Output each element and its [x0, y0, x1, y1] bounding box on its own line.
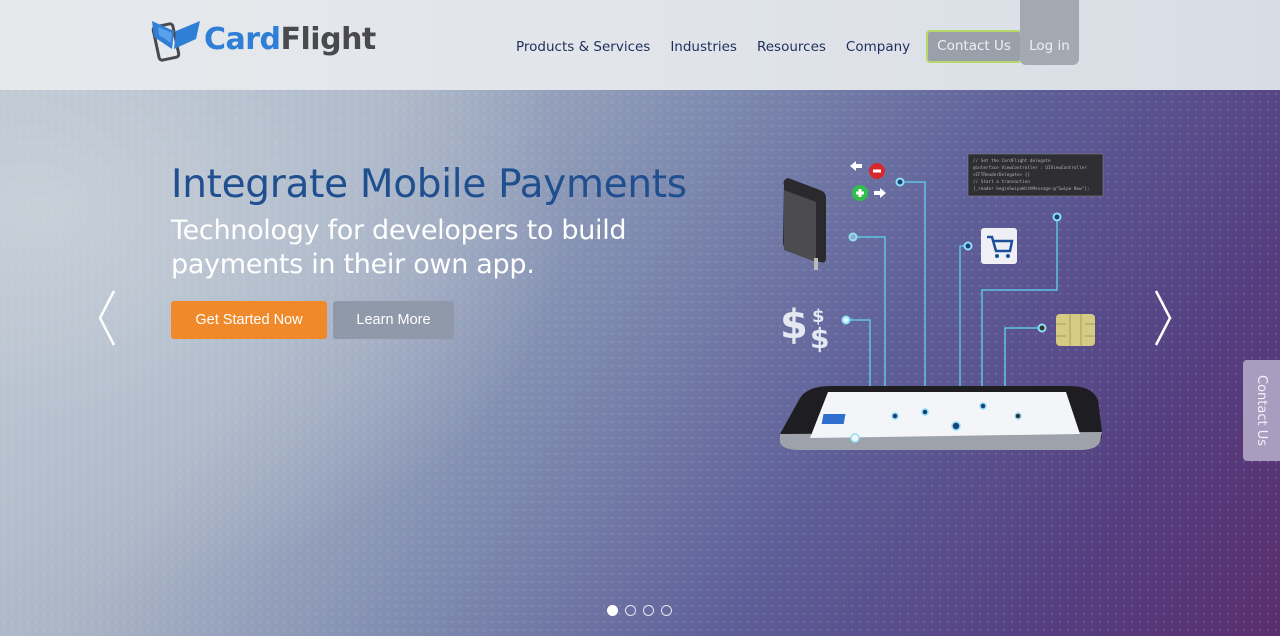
login-button[interactable]: Log in	[1020, 0, 1079, 65]
card-reader-icon	[783, 178, 826, 270]
payments-illustration: $ $ $ // Set the CardFlight delegate @in…	[779, 153, 1104, 450]
shopping-cart-icon	[981, 228, 1017, 264]
logo[interactable]: CardFlight	[150, 14, 376, 64]
svg-text:$: $	[810, 322, 829, 355]
hero-subhead: Technology for developers to build payme…	[171, 215, 627, 280]
carousel-dot-2[interactable]	[625, 605, 636, 616]
smartphone-illustration	[779, 386, 1103, 450]
connector-nodes	[841, 177, 1062, 333]
carousel-next-button[interactable]	[1150, 288, 1174, 348]
carousel-dot-1[interactable]	[607, 605, 618, 616]
chevron-left-icon	[98, 290, 116, 346]
code-line: // Start a transaction	[973, 179, 1030, 185]
carousel-indicators	[607, 605, 672, 616]
add-arrow-icon	[852, 185, 886, 201]
code-line: // Set the CardFlight delegate	[973, 158, 1051, 164]
nav-resources[interactable]: Resources	[757, 32, 826, 62]
site-header: CardFlight Products & Services Industrie…	[0, 0, 1280, 90]
carousel-dot-3[interactable]	[643, 605, 654, 616]
logo-text-flight: Flight	[280, 21, 377, 57]
nav-industries[interactable]: Industries	[670, 32, 737, 62]
cardflight-logo-icon	[151, 21, 200, 62]
chevron-right-icon	[1154, 290, 1172, 346]
side-contact-tab[interactable]: Contact Us	[1243, 360, 1280, 461]
logo-text-card: Card	[204, 21, 281, 57]
hero-headline: Integrate Mobile Payments	[171, 162, 687, 207]
contact-us-button[interactable]: Contact Us	[926, 30, 1022, 63]
hero-carousel: Integrate Mobile Payments Technology for…	[0, 90, 1280, 636]
dollar-signs-icon: $ $ $	[780, 302, 829, 355]
carousel-prev-button[interactable]	[96, 288, 120, 348]
side-contact-label: Contact Us	[1254, 375, 1269, 446]
logo-text: CardFlight	[204, 22, 376, 57]
learn-more-button[interactable]: Learn More	[333, 301, 454, 339]
code-line: [_reader beginSwipeWithMessage:@"Swipe N…	[973, 186, 1089, 192]
nav-products-services[interactable]: Products & Services	[516, 32, 650, 62]
code-line: @interface ViewController : UIViewContro…	[973, 165, 1087, 171]
nav-company[interactable]: Company	[846, 32, 910, 62]
remove-arrow-icon	[850, 161, 885, 179]
code-snippet-panel: // Set the CardFlight delegate @interfac…	[967, 153, 1104, 197]
carousel-dot-4[interactable]	[661, 605, 672, 616]
emv-chip-icon	[1056, 314, 1095, 346]
code-line: <CFTReaderDelegate> {}	[973, 172, 1030, 178]
main-nav: Products & Services Industries Resources…	[516, 30, 1022, 63]
get-started-button[interactable]: Get Started Now	[171, 301, 327, 339]
svg-text:$: $	[780, 302, 808, 348]
